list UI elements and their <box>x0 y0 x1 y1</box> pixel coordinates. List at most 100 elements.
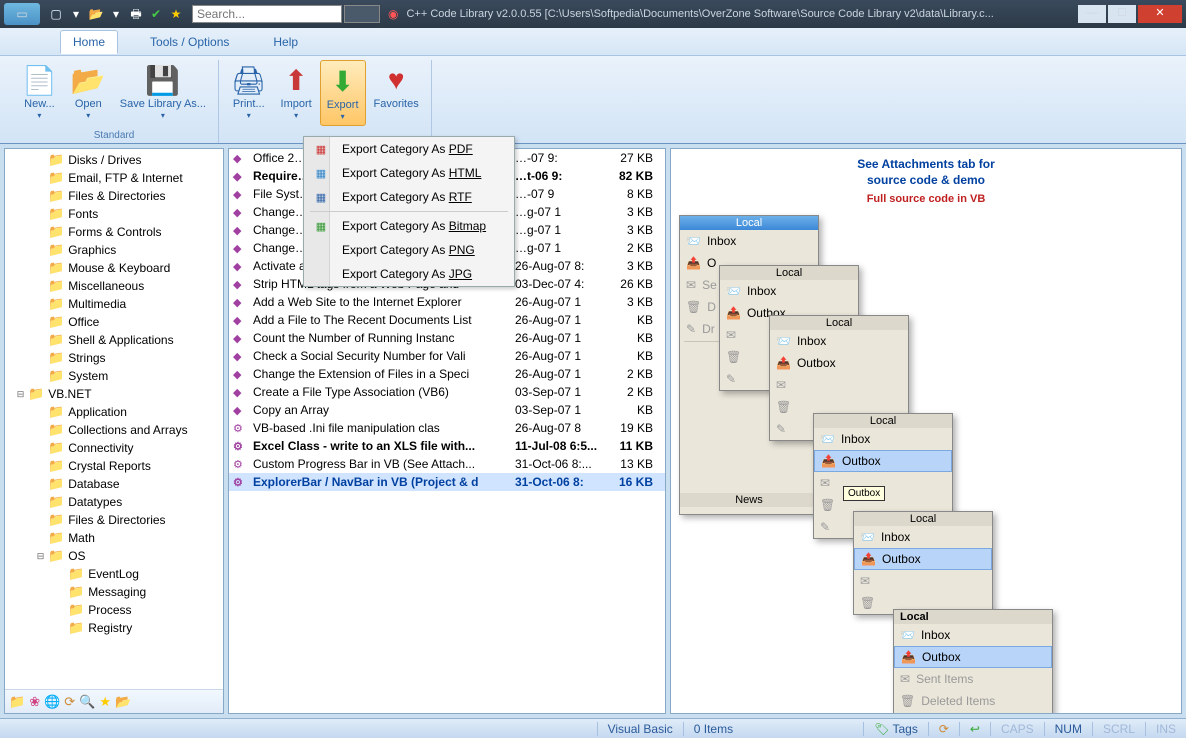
tree-item[interactable]: 📁Registry <box>7 619 221 637</box>
search-dropdown[interactable] <box>344 5 380 23</box>
list-row[interactable]: ⚙VB-based .Ini file manipulation clas26-… <box>229 419 665 437</box>
favorites-button[interactable]: ♥Favorites <box>368 60 425 126</box>
bitmap-icon: ▦ <box>312 220 330 233</box>
folder-icon: 📁 <box>48 206 64 222</box>
new-button[interactable]: 📄New... <box>16 60 63 124</box>
export-jpg-item[interactable]: Export Category As JPG <box>304 262 514 286</box>
tree-item[interactable]: 📁Fonts <box>7 205 221 223</box>
tree-item[interactable]: 📁Process <box>7 601 221 619</box>
tree-item[interactable]: 📁Messaging <box>7 583 221 601</box>
tree-item[interactable]: 📁Strings <box>7 349 221 367</box>
list-row[interactable]: ◆Create a File Type Association (VB6)03-… <box>229 383 665 401</box>
tree-item[interactable]: 📁Connectivity <box>7 439 221 457</box>
footer-icon-6[interactable]: ★ <box>99 694 111 710</box>
inbox-icon: 📨 <box>686 234 701 248</box>
tree-item[interactable]: 📁Files & Directories <box>7 187 221 205</box>
export-html-item[interactable]: ▦Export Category As HTML <box>304 161 514 185</box>
status-refresh-icon[interactable]: ⟳ <box>928 722 959 736</box>
list-row[interactable]: ⚙Excel Class - write to an XLS file with… <box>229 437 665 455</box>
inbox-icon: 📨 <box>726 284 741 298</box>
maximize-button[interactable]: ☐ <box>1108 5 1136 23</box>
footer-icon-5[interactable]: 🔍 <box>79 694 95 710</box>
tree-item[interactable]: ⊟📁VB.NET <box>7 385 221 403</box>
item-icon: ◆ <box>233 278 249 291</box>
preview-panel: See Attachments tab for source code & de… <box>670 148 1182 714</box>
import-button[interactable]: ⬆Import <box>275 60 318 126</box>
tree-item[interactable]: 📁Forms & Controls <box>7 223 221 241</box>
qa-print-icon[interactable]: 🖶 <box>128 6 144 22</box>
tab-help[interactable]: Help <box>261 31 310 53</box>
tree-item[interactable]: 📁EventLog <box>7 565 221 583</box>
footer-icon-3[interactable]: 🌐 <box>44 694 60 710</box>
tree-item[interactable]: 📁Shell & Applications <box>7 331 221 349</box>
open-button[interactable]: 📂Open <box>65 60 112 124</box>
tree-item[interactable]: 📁Multimedia <box>7 295 221 313</box>
minimize-button[interactable]: — <box>1078 5 1106 23</box>
folder-icon: 📁 <box>48 440 64 456</box>
item-icon: ◆ <box>233 260 249 273</box>
list-row[interactable]: ◆Add a Web Site to the Internet Explorer… <box>229 293 665 311</box>
tab-tools[interactable]: Tools / Options <box>138 31 241 53</box>
tree-item[interactable]: 📁Collections and Arrays <box>7 421 221 439</box>
qa-dd2-icon[interactable]: ▾ <box>108 6 124 22</box>
status-tags[interactable]: 🏷 Tags <box>863 722 928 736</box>
tree-item[interactable]: 📁Miscellaneous <box>7 277 221 295</box>
item-icon: ◆ <box>233 350 249 363</box>
folder-icon: 📁 <box>48 152 64 168</box>
export-pdf-item[interactable]: ▦Export Category As PDF <box>304 137 514 161</box>
tree-item[interactable]: ⊟📁OS <box>7 547 221 565</box>
tab-home[interactable]: Home <box>60 30 118 54</box>
tree-item[interactable]: 📁Math <box>7 529 221 547</box>
qa-dd1-icon[interactable]: ▾ <box>68 6 84 22</box>
item-icon: ◆ <box>233 170 249 183</box>
footer-icon-7[interactable]: 📂 <box>115 694 131 710</box>
save-icon: 💾 <box>145 62 180 98</box>
tree-item[interactable]: 📁System <box>7 367 221 385</box>
list-row[interactable]: ◆Change the Extension of Files in a Spec… <box>229 365 665 383</box>
status-items: 0 Items <box>683 722 743 736</box>
tree-item[interactable]: 📁Files & Directories <box>7 511 221 529</box>
record-icon[interactable]: ◉ <box>388 7 398 21</box>
list-row[interactable]: ◆Add a File to The Recent Documents List… <box>229 311 665 329</box>
qa-open-icon[interactable]: 📂 <box>88 6 104 22</box>
tree-item[interactable]: 📁Database <box>7 475 221 493</box>
export-bitmap-item[interactable]: ▦Export Category As Bitmap <box>304 214 514 238</box>
status-return-icon[interactable]: ↩ <box>959 722 990 736</box>
ribbon: 📄New... 📂Open 💾Save Library As... Standa… <box>0 56 1186 144</box>
save-button[interactable]: 💾Save Library As... <box>114 60 212 124</box>
qa-star-icon[interactable]: ★ <box>168 6 184 22</box>
list-row[interactable]: ◆Copy an Array03-Sep-07 1KB <box>229 401 665 419</box>
footer-icon-1[interactable]: 📁 <box>9 694 25 710</box>
tree-item[interactable]: 📁Datatypes <box>7 493 221 511</box>
outbox-icon: 📤 <box>726 306 741 320</box>
tree-item[interactable]: 📁Graphics <box>7 241 221 259</box>
close-button[interactable]: ✕ <box>1138 5 1182 23</box>
footer-icon-2[interactable]: ❀ <box>29 694 40 710</box>
item-icon: ◆ <box>233 368 249 381</box>
tree-item[interactable]: 📁Mouse & Keyboard <box>7 259 221 277</box>
tree-item[interactable]: 📁Email, FTP & Internet <box>7 169 221 187</box>
list-row[interactable]: ◆Count the Number of Running Instanc26-A… <box>229 329 665 347</box>
list-row[interactable]: ⚙Custom Progress Bar in VB (See Attach..… <box>229 455 665 473</box>
list-row[interactable]: ◆Check a Social Security Number for Vali… <box>229 347 665 365</box>
app-icon[interactable]: ▭ <box>4 3 40 25</box>
folder-icon: 📁 <box>48 260 64 276</box>
print-button[interactable]: 🖨Print... <box>225 60 273 126</box>
tree-item[interactable]: 📁Disks / Drives <box>7 151 221 169</box>
folder-icon: 📁 <box>48 224 64 240</box>
tree-footer-toolbar: 📁 ❀ 🌐 ⟳ 🔍 ★ 📂 <box>5 689 223 713</box>
list-row[interactable]: ⚙ExplorerBar / NavBar in VB (Project & d… <box>229 473 665 491</box>
qa-check-icon[interactable]: ✔ <box>148 6 164 22</box>
tree-item[interactable]: 📁Crystal Reports <box>7 457 221 475</box>
export-rtf-item[interactable]: ▦Export Category As RTF <box>304 185 514 209</box>
category-tree[interactable]: 📁Disks / Drives📁Email, FTP & Internet📁Fi… <box>5 149 223 689</box>
tree-item[interactable]: 📁Application <box>7 403 221 421</box>
footer-icon-4[interactable]: ⟳ <box>64 694 75 710</box>
export-png-item[interactable]: Export Category As PNG <box>304 238 514 262</box>
folder-icon: 📁 <box>28 386 44 402</box>
search-input[interactable] <box>192 5 342 23</box>
tree-item[interactable]: 📁Office <box>7 313 221 331</box>
qa-new-icon[interactable]: ▢ <box>48 6 64 22</box>
export-button[interactable]: ⬇Export <box>320 60 366 126</box>
folder-icon: 📁 <box>48 314 64 330</box>
